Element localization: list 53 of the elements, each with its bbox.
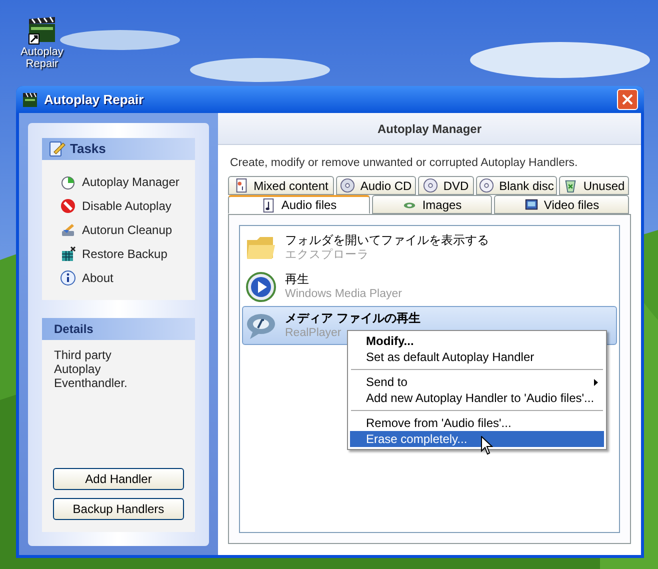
tab[interactable]: Video files	[494, 195, 629, 214]
task-link[interactable]: Autorun Cleanup	[60, 221, 191, 239]
handler-app: エクスプローラ	[285, 248, 370, 263]
play-icon	[245, 270, 277, 303]
clapperboard-icon[interactable]	[26, 14, 58, 46]
details-text: Third party Autoplay Eventhandler.	[53, 347, 128, 390]
tab[interactable]: Unused	[559, 176, 629, 196]
handler-app: RealPlayer	[285, 326, 342, 341]
clipboard-pen-icon	[48, 140, 66, 158]
menu-item[interactable]: Erase completely...	[350, 431, 604, 448]
task-link[interactable]: About	[60, 269, 191, 287]
window-title: Autoplay Repair	[44, 90, 145, 109]
handler-title: フォルダを開いてファイルを表示する	[285, 232, 489, 248]
close-button[interactable]	[617, 89, 638, 110]
description-text: Create, modify or remove unwanted or corrupted Autoplay Handlers.	[229, 156, 579, 171]
handler-item[interactable]: 再生 Windows Media Player	[242, 267, 617, 306]
broom-icon	[60, 222, 76, 238]
tab[interactable]: DVD	[418, 176, 474, 196]
menu-item[interactable]: Add new Autoplay Handler to 'Audio files'...	[350, 390, 604, 406]
panel-title: Autoplay Manager	[377, 120, 482, 138]
handler-title: メディア ファイルの再生	[285, 310, 420, 326]
menu-item[interactable]: Set as default Autoplay Handler	[350, 349, 604, 366]
disc-icon	[340, 178, 356, 194]
clock-icon	[60, 174, 76, 190]
section-title: Details	[54, 321, 94, 338]
action-button[interactable]: Add Handler	[53, 468, 184, 490]
recycle-bin-icon	[563, 178, 578, 194]
disc-icon	[423, 178, 438, 194]
task-link[interactable]: Disable Autoplay	[60, 197, 191, 215]
film-icon	[524, 197, 539, 212]
document-icon	[234, 178, 249, 194]
task-link[interactable]: Autoplay Manager	[60, 173, 191, 191]
handler-app: Windows Media Player	[285, 286, 402, 302]
tab[interactable]: Mixed content	[228, 176, 334, 196]
tab[interactable]: Blank disc	[476, 176, 557, 196]
tab[interactable]: Audio files	[228, 195, 370, 214]
handler-item[interactable]: フォルダを開いてファイルを表示する エクスプローラ	[242, 228, 617, 268]
menu-item[interactable]: Remove from 'Audio files'...	[350, 415, 604, 432]
submenu-arrow-icon	[594, 378, 598, 386]
tab[interactable]: Audio CD	[336, 176, 416, 196]
section-title: Tasks	[70, 140, 106, 158]
handler-title: 再生	[285, 272, 310, 287]
info-icon	[60, 270, 76, 286]
clapperboard-icon	[22, 92, 38, 108]
desktop-icon-label[interactable]: Autoplay Repair	[14, 46, 70, 70]
task-link[interactable]: Restore Backup	[60, 245, 191, 263]
close-icon	[622, 94, 633, 105]
menu-item[interactable]: Send to	[350, 374, 604, 390]
blocks-icon	[60, 246, 76, 262]
no-entry-icon	[60, 198, 76, 214]
tab[interactable]: Images	[372, 195, 492, 214]
disc-icon	[479, 178, 494, 194]
action-button[interactable]: Backup Handlers	[53, 498, 184, 520]
